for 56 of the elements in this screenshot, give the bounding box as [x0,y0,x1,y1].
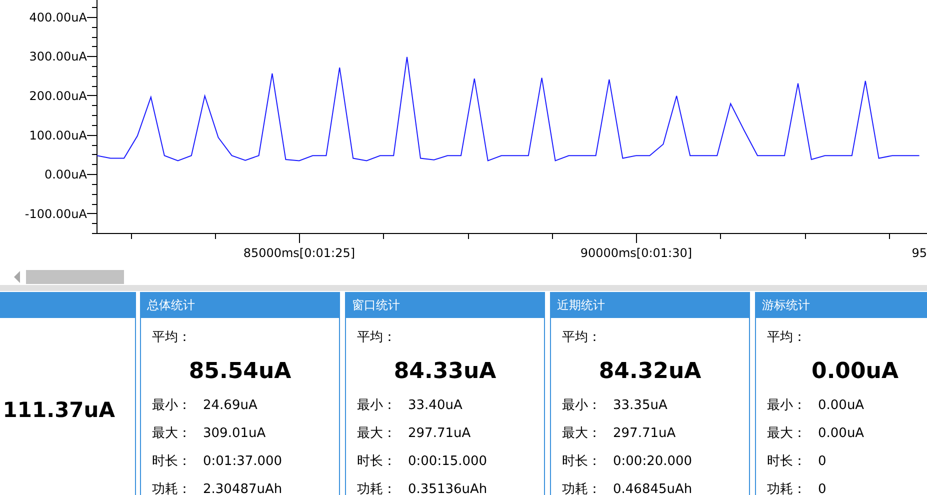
stat-label: 时长： [562,453,602,470]
stat-label: 功耗： [767,481,807,495]
stat-label: 最小： [767,397,807,414]
axis-label: 90000ms[0:01:30] [580,246,692,260]
stat-value: 24.69uA [203,398,258,412]
stat-label: 时长： [767,453,807,470]
current-value: 111.37uA [2,398,115,422]
stat-value: 0:01:37.000 [203,454,282,468]
stat-label: 最大： [152,425,192,442]
stat-value: 0:00:15.000 [408,454,488,468]
stat-value: 0.00uA [818,426,864,440]
stat-label: 时长： [152,453,192,470]
stat-label: 最大： [357,425,397,442]
stat-value: 33.40uA [408,398,462,412]
stat-label: 平均： [562,329,602,346]
stat-label: 最大： [767,425,807,442]
stat-label: 功耗： [562,481,602,495]
stat-label: 最小： [152,397,192,414]
stat-value: 0.46845uAh [613,482,692,495]
stat-label: 功耗： [357,481,397,495]
scroll-left-icon[interactable] [14,271,20,283]
card-title: 窗口统计 [352,297,400,314]
stat-label: 平均： [152,329,192,346]
axis-label: 200.00uA [29,88,87,103]
axis-label: 100.00uA [29,128,87,142]
stat-value: 309.01uA [203,426,266,440]
stat-label: 最大： [562,425,602,442]
axis-label: 0.00uA [44,168,87,182]
stat-value: 0:00:20.000 [613,454,692,468]
stat-label: 最小： [562,397,602,414]
axis-label: 95 [912,246,927,260]
average-value: 84.33uA [392,358,498,386]
average-value: 84.32uA [598,358,702,386]
stat-label: 平均： [767,329,807,346]
stat-value: 297.71uA [408,426,471,440]
average-value: 0.00uA [810,358,900,386]
stat-value: 297.71uA [613,426,676,440]
stat-value: 0 [818,454,826,468]
stat-value: 0.00uA [818,398,864,412]
axis-label: 300.00uA [29,50,87,64]
stat-value: 2.30487uAh [203,482,282,495]
stat-value: 0.35136uAh [408,482,488,495]
scrollbar-thumb[interactable] [26,270,124,284]
stat-value: 0 [818,482,826,495]
axis-label: -100.00uA [24,206,87,221]
card-title: 总体统计 [147,297,195,314]
card-title: 近期统计 [557,297,605,314]
stat-label: 平均： [357,329,397,346]
axis-label: 85000ms[0:01:25] [243,246,356,260]
card-title: 游标统计 [762,297,810,314]
average-value: 85.54uA [188,358,292,386]
axis-label: 400.00uA [29,10,87,24]
stat-label: 最小： [357,397,397,414]
stat-label: 时长： [357,453,397,470]
stat-label: 功耗： [152,481,192,495]
stat-value: 33.35uA [613,398,668,412]
